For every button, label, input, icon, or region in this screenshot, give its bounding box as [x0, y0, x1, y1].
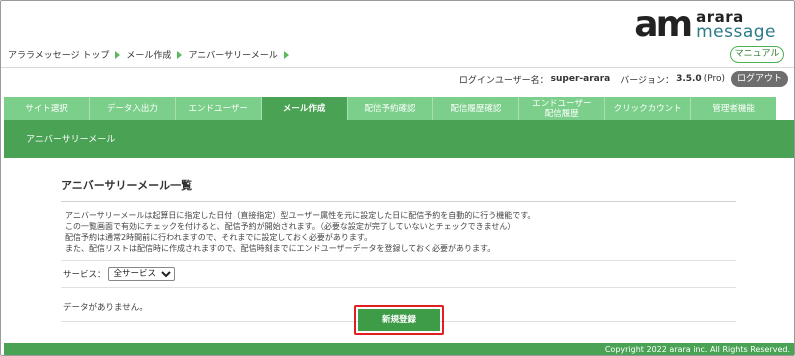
description-line: 配信予約は通常2時間前に行われますので、それまでに設定しておく必要があります。 [65, 233, 373, 242]
tab-4[interactable]: 配信予約確認 [347, 97, 434, 120]
chevron-right-icon [283, 50, 289, 59]
breadcrumb-mail-create[interactable]: メール作成 [126, 48, 171, 61]
version-label: バージョン： [620, 75, 675, 86]
divider [61, 287, 736, 288]
description-line: また、配信リストは配信時に作成されますので、配信時刻までにエンドユーザーデータを… [65, 244, 496, 253]
tab-6[interactable]: エンドユーザー 配信履歴 [519, 97, 606, 120]
description-line: アニバーサリーメールは起算日に指定した日付（直接指定）型ユーザー属性を元に設定し… [65, 211, 536, 220]
main-nav-tabs: サイト選択 データ入出力 エンドユーザー メール作成 配信予約確認 配信履歴確認 エンドユー… [4, 97, 777, 120]
version-number: 3.5.0 [676, 74, 702, 84]
chevron-right-icon [115, 50, 121, 59]
logo-mark: am [634, 4, 693, 45]
page-heading: アニバーサリーメール [26, 135, 116, 145]
logo-line2: message [696, 22, 776, 42]
service-select[interactable]: 全サービス [107, 267, 175, 281]
divider [61, 201, 736, 202]
page-heading-bar: アニバーサリーメール [4, 120, 794, 158]
description-line: この一覧画面で有効にチェックを付けると、配信予約が開始されます。（必要な設定が完… [65, 222, 516, 231]
tab-8[interactable]: 管理者機能 [691, 97, 777, 120]
tab-0[interactable]: サイト選択 [4, 97, 90, 120]
logout-button[interactable]: ログアウト [731, 71, 788, 87]
copyright: Copyright 2022 arara inc. All Rights Res… [604, 345, 790, 354]
section-title: アニバーサリーメール一覧 [61, 179, 193, 192]
header-divider [1, 67, 794, 68]
service-filter: サービス： 全サービス [63, 267, 736, 281]
breadcrumb-top[interactable]: アララメッセージ トップ [8, 48, 109, 61]
chevron-right-icon [177, 50, 183, 59]
content-card: アニバーサリーメール一覧 アニバーサリーメールは起算日に指定した日付（直接指定）… [61, 171, 736, 322]
login-label: ログインユーザー名： [458, 75, 549, 86]
user-bar: ログインユーザー名： super-arara バージョン： 3.5.0 (Pro… [459, 71, 788, 87]
tab-5[interactable]: 配信履歴確認 [433, 97, 520, 120]
app-window: am arara message アララメッセージ トップ メール作成 アニバー… [0, 0, 795, 356]
description: アニバーサリーメールは起算日に指定した日付（直接指定）型ユーザー属性を元に設定し… [65, 210, 736, 254]
service-label: サービス： [63, 270, 106, 280]
tab-2[interactable]: エンドユーザー [175, 97, 262, 120]
tab-7[interactable]: クリックカウント [605, 97, 692, 120]
new-register-button[interactable]: 新規登録 [358, 309, 440, 331]
arara-message-logo[interactable]: am arara message [634, 7, 776, 43]
new-button-highlight: 新規登録 [354, 305, 444, 335]
login-user: super-arara [550, 74, 611, 84]
breadcrumb-anniversary[interactable]: アニバーサリーメール [188, 48, 277, 61]
breadcrumb: アララメッセージ トップ メール作成 アニバーサリーメール [8, 48, 289, 61]
tab-3[interactable]: メール作成 [261, 97, 348, 120]
version-edition: (Pro) [703, 74, 725, 84]
manual-button[interactable]: マニュアル [730, 46, 784, 63]
tab-1[interactable]: データ入出力 [89, 97, 176, 120]
divider [61, 260, 736, 261]
footer: Copyright 2022 arara inc. All Rights Res… [4, 343, 794, 355]
